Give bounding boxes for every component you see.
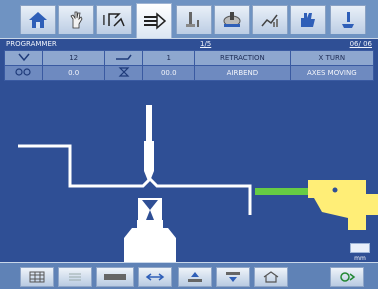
unit-selector[interactable]: mm <box>348 243 372 262</box>
axes-moving-label[interactable]: AXES MOVING <box>289 65 375 81</box>
die-up-icon <box>188 272 202 282</box>
unit-toggle-icon <box>350 243 370 253</box>
home-icon <box>29 12 47 28</box>
press-cell[interactable] <box>103 50 144 66</box>
bottom-toolbar <box>0 262 378 289</box>
unit-label: mm <box>354 255 366 262</box>
tab-graph[interactable] <box>252 5 288 34</box>
svg-text:I: I <box>102 14 106 29</box>
move-arrows-icon <box>145 273 165 281</box>
tool-icon <box>186 12 199 27</box>
parameter-grid: 12 1 RETRACTION X TURN 0.0 00.0 AIRBEND … <box>3 50 375 81</box>
list-icon <box>69 273 81 281</box>
house-icon <box>263 271 279 283</box>
grid-button[interactable] <box>20 267 54 287</box>
press-icon <box>115 54 132 60</box>
mode-label: PROGRAMMER <box>6 40 57 48</box>
die-tool <box>124 198 176 262</box>
page-counter[interactable]: 06/ 06 <box>350 39 372 49</box>
punch-tool <box>144 105 154 181</box>
tab-manual-hand[interactable] <box>58 5 94 34</box>
bend-counter[interactable]: 1/5 <box>200 39 211 49</box>
die-down-button[interactable] <box>216 267 250 287</box>
move-button[interactable] <box>138 267 172 287</box>
settings-icon <box>342 12 354 28</box>
sheet-icon <box>104 274 126 280</box>
param-value-3[interactable]: 0.0 <box>42 65 105 81</box>
die-up-button[interactable] <box>178 267 212 287</box>
backgauge-cell[interactable] <box>3 65 44 81</box>
sheet-view-button[interactable] <box>96 267 134 287</box>
tab-bar: I <box>0 0 378 39</box>
parameter-row-1: 12 1 RETRACTION X TURN <box>3 50 375 66</box>
timer-cell[interactable] <box>103 65 144 81</box>
angle-icon <box>18 53 30 62</box>
airbend-label[interactable]: AIRBEND <box>194 65 291 81</box>
tab-axes[interactable] <box>214 5 250 34</box>
die-down-icon <box>226 272 240 282</box>
retraction-label[interactable]: RETRACTION <box>194 50 291 66</box>
param-value-4[interactable]: 00.0 <box>142 65 196 81</box>
program-icon <box>144 12 166 30</box>
backgauge-finger <box>255 188 310 195</box>
backgauge <box>308 180 378 230</box>
home-position-button[interactable] <box>254 267 288 287</box>
axes-icon <box>223 12 241 27</box>
manual-icon <box>301 13 315 27</box>
hand-icon <box>70 11 83 29</box>
sheet-part <box>18 144 252 215</box>
graph-icon <box>261 14 278 27</box>
param-value-2[interactable]: 1 <box>142 50 196 66</box>
tab-bend-setup[interactable]: I <box>96 5 132 34</box>
x-turn-label[interactable]: X TURN <box>289 50 375 66</box>
execute-icon <box>340 272 356 282</box>
tab-tool[interactable] <box>176 5 212 34</box>
execute-button[interactable] <box>330 267 364 287</box>
tab-settings[interactable] <box>330 5 366 34</box>
param-value-1[interactable]: 12 <box>42 50 105 66</box>
bending-simulation <box>18 105 378 262</box>
parameter-row-2: 0.0 00.0 AIRBEND AXES MOVING <box>3 65 375 81</box>
status-bar: PROGRAMMER 1/5 06/ 06 <box>4 39 374 49</box>
timer-icon <box>118 67 130 77</box>
tab-home[interactable] <box>20 5 56 34</box>
bend-angle-cell[interactable] <box>3 50 44 66</box>
tab-program[interactable] <box>136 3 172 38</box>
grid-icon <box>29 271 45 283</box>
backgauge-icon <box>15 68 31 76</box>
list-button[interactable] <box>58 267 92 287</box>
bend-setup-icon: I <box>102 13 125 29</box>
tab-manual[interactable] <box>290 5 326 34</box>
